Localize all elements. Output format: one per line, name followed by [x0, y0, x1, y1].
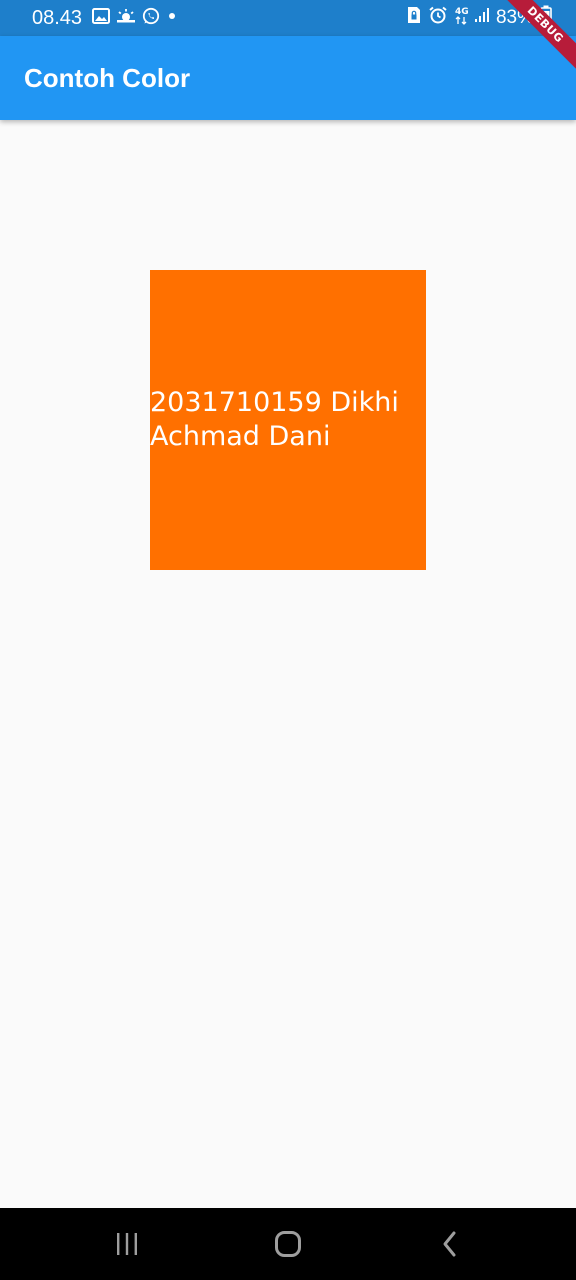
alarm-icon	[428, 6, 448, 30]
app-bar: Contoh Color	[0, 36, 576, 120]
status-bar: 08.43 4G 83%	[0, 0, 576, 36]
svg-text:4G: 4G	[455, 7, 468, 17]
notification-icons	[92, 7, 178, 30]
gallery-icon	[92, 7, 110, 29]
whatsapp-icon	[142, 7, 160, 30]
app-screen: 08.43 4G 83% DEBUG Contoh Color 20317101…	[0, 0, 576, 1280]
system-status-icons: 4G 83%	[406, 5, 552, 31]
dot-icon	[166, 9, 178, 27]
color-box-text: 2031710159 Dikhi Achmad Dani	[150, 387, 399, 452]
status-time: 08.43	[32, 7, 83, 29]
network-4g-icon: 4G	[454, 5, 469, 31]
signal-icon	[474, 7, 490, 29]
battery-icon	[540, 5, 552, 31]
page-title: Contoh Color	[24, 63, 191, 93]
back-button[interactable]	[430, 1226, 470, 1262]
back-icon	[443, 1231, 456, 1257]
sim-lock-icon	[406, 6, 422, 30]
weather-icon	[116, 8, 136, 29]
navigation-bar	[0, 1208, 576, 1280]
battery-percent: 83%	[495, 7, 534, 28]
home-button[interactable]	[268, 1226, 308, 1262]
recent-apps-button[interactable]	[107, 1226, 147, 1262]
color-box: 2031710159 Dikhi Achmad Dani	[150, 270, 426, 570]
home-icon	[275, 1231, 301, 1257]
recent-apps-icon	[117, 1233, 137, 1255]
